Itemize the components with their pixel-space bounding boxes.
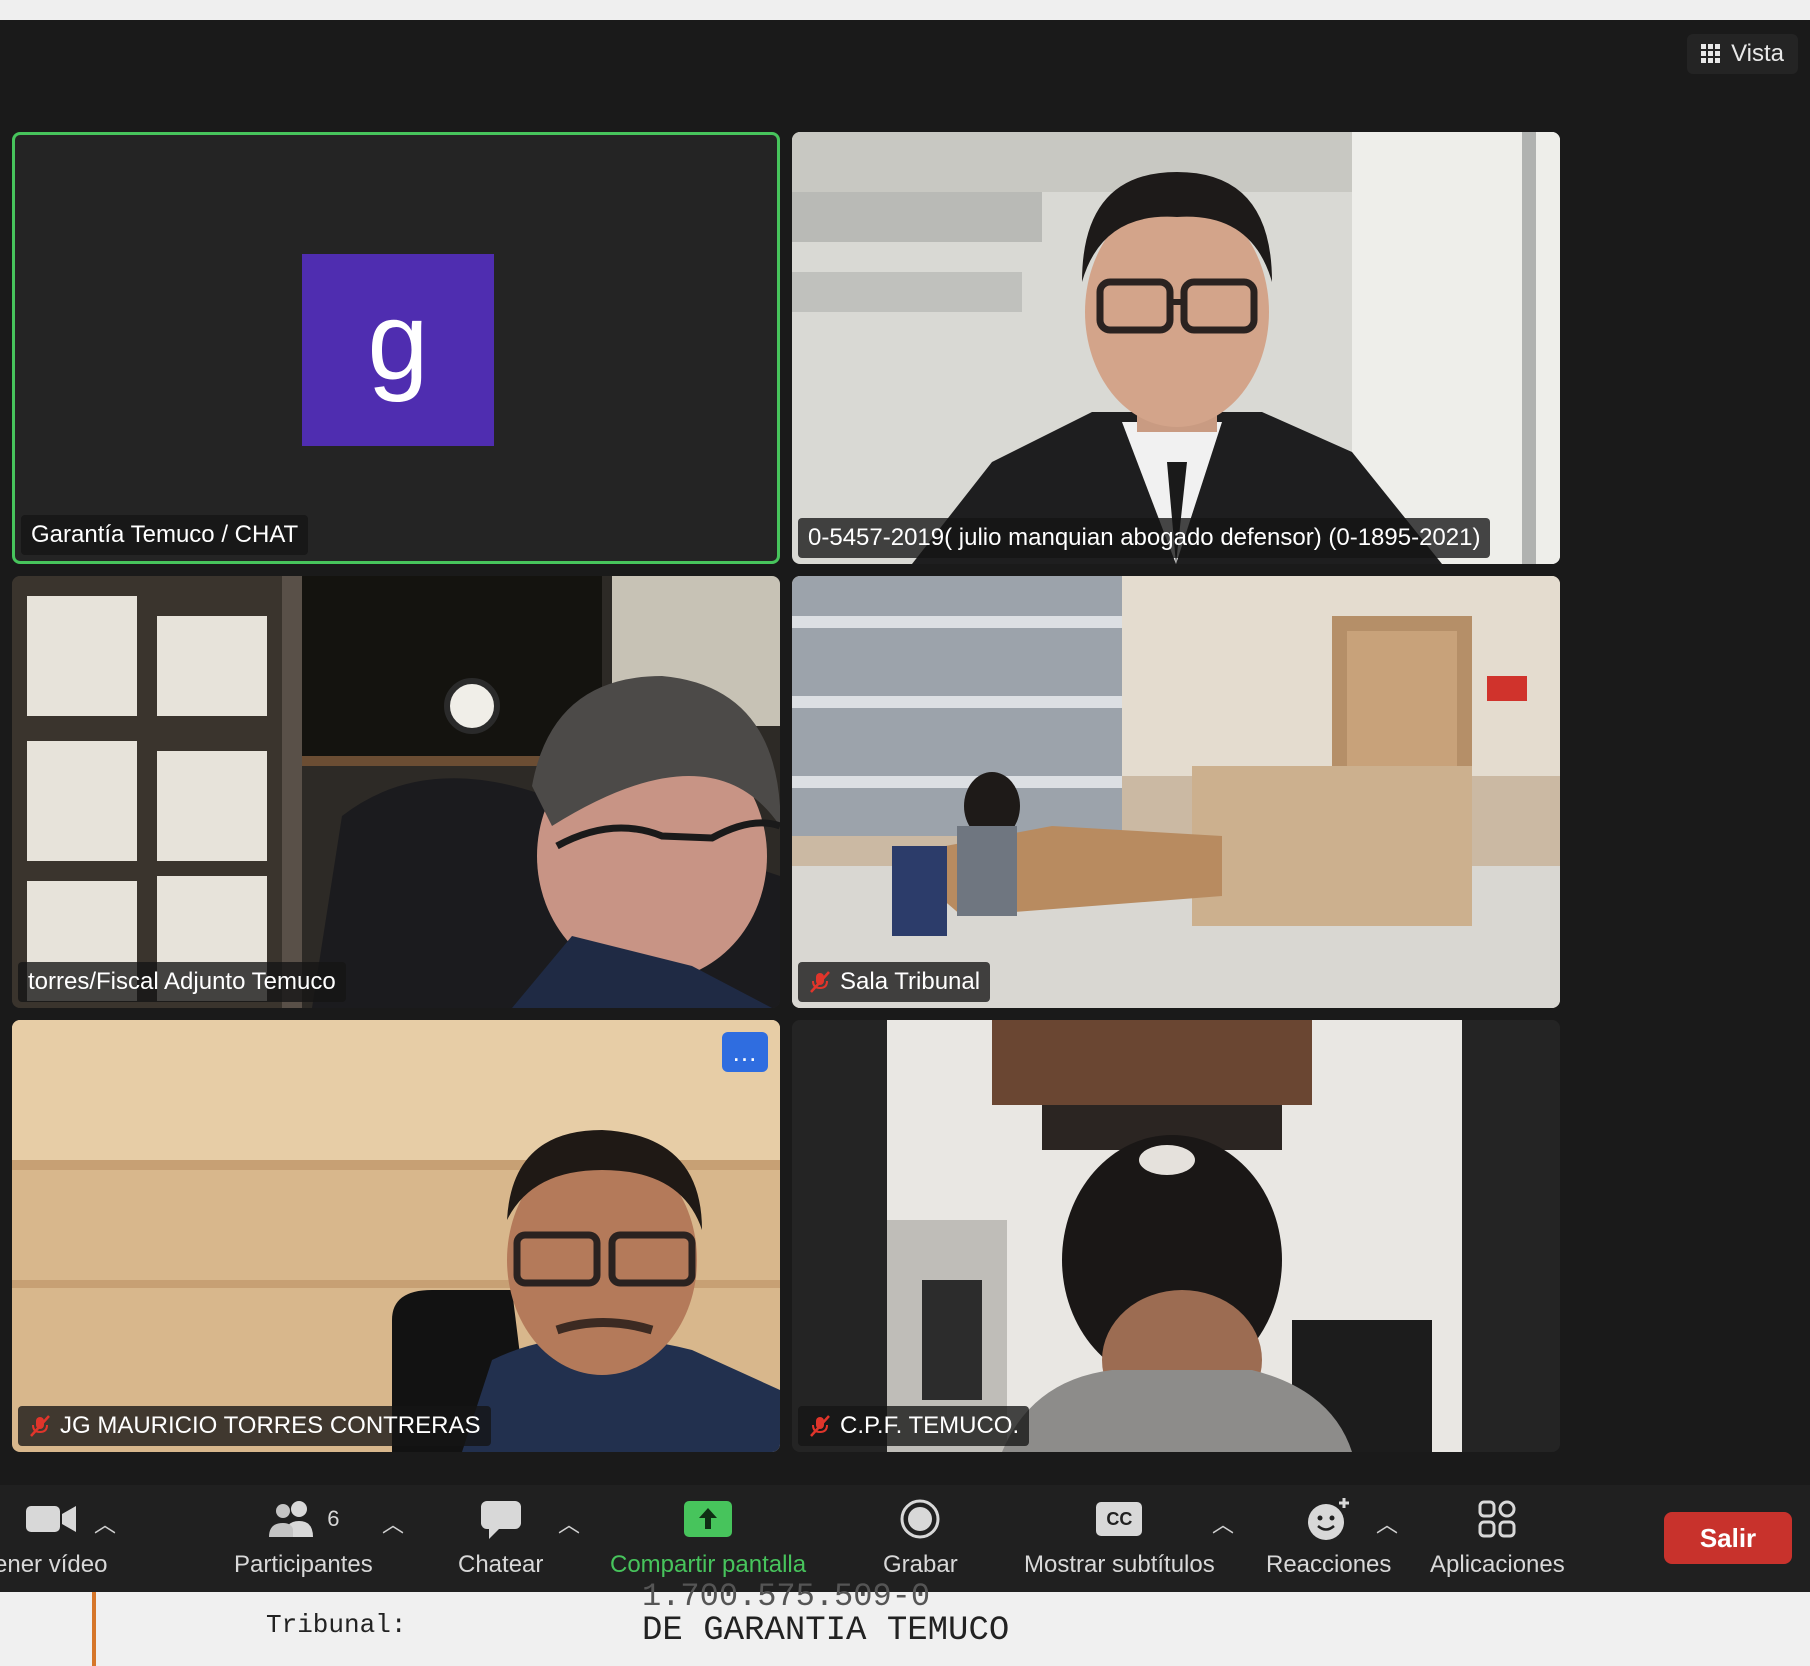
video-options-caret[interactable]: ︿ bbox=[94, 1507, 116, 1539]
leave-meeting-button[interactable]: Salir bbox=[1664, 1512, 1792, 1564]
participants-count: 6 bbox=[327, 1506, 340, 1531]
share-screen-button[interactable]: Compartir pantalla bbox=[610, 1495, 806, 1579]
grid-icon bbox=[1701, 44, 1721, 63]
record-icon bbox=[900, 1499, 940, 1539]
reaction-emoji-icon bbox=[1307, 1498, 1349, 1540]
top-window-strip bbox=[0, 0, 1810, 20]
video-tile-sala-tribunal[interactable]: Sala Tribunal bbox=[792, 576, 1560, 1008]
video-tile-defensor[interactable]: 0-5457-2019( julio manquian abogado defe… bbox=[792, 132, 1560, 564]
participant-video-feed bbox=[12, 1020, 780, 1452]
view-label: Vista bbox=[1731, 40, 1784, 67]
video-button[interactable]: ener vídeo bbox=[0, 1495, 107, 1579]
participant-video-feed bbox=[792, 132, 1560, 564]
video-tile-fiscal[interactable]: torres/Fiscal Adjunto Temuco bbox=[12, 576, 780, 1008]
participant-video-feed bbox=[792, 576, 1560, 1008]
muted-microphone-icon bbox=[810, 1415, 830, 1437]
meeting-toolbar: ener vídeo ︿ 6 Participantes ︿ Chatear ︿… bbox=[0, 1485, 1810, 1592]
video-tile-garantia[interactable]: g Garantía Temuco / CHAT bbox=[12, 132, 780, 564]
participant-name-label: Garantía Temuco / CHAT bbox=[21, 515, 309, 555]
muted-microphone-icon bbox=[30, 1415, 50, 1437]
apps-button[interactable]: Aplicaciones bbox=[1430, 1495, 1565, 1579]
document-field-label: Tribunal: bbox=[266, 1610, 407, 1640]
apps-icon bbox=[1478, 1500, 1516, 1538]
video-tile-cpf[interactable]: C.P.F. TEMUCO. bbox=[792, 1020, 1560, 1452]
share-arrow-icon bbox=[684, 1501, 733, 1537]
chat-options-caret[interactable]: ︿ bbox=[558, 1507, 580, 1539]
muted-microphone-icon bbox=[810, 971, 830, 993]
participant-avatar: g bbox=[302, 254, 494, 446]
captions-button[interactable]: CC Mostrar subtítulos bbox=[1024, 1495, 1215, 1579]
participants-options-caret[interactable]: ︿ bbox=[382, 1507, 404, 1539]
closed-captions-icon: CC bbox=[1096, 1502, 1143, 1536]
participant-name-label: C.P.F. TEMUCO. bbox=[798, 1406, 1030, 1446]
captions-options-caret[interactable]: ︿ bbox=[1212, 1507, 1234, 1539]
record-button[interactable]: Grabar bbox=[883, 1495, 958, 1579]
document-case-number: 1.700.575.509-0 bbox=[642, 1578, 931, 1615]
more-options-button[interactable]: ... bbox=[722, 1032, 768, 1072]
chat-button[interactable]: Chatear bbox=[458, 1495, 543, 1579]
participant-video-feed bbox=[792, 1020, 1560, 1452]
video-tile-juez[interactable]: ... JG MAURICIO TORRES CONTRERAS bbox=[12, 1020, 780, 1452]
participant-name-label: Sala Tribunal bbox=[798, 962, 991, 1002]
video-camera-icon bbox=[25, 1506, 76, 1532]
participant-name-label: torres/Fiscal Adjunto Temuco bbox=[18, 962, 346, 1002]
background-document: 1.700.575.509-0 Tribunal: DE GARANTIA TE… bbox=[0, 1578, 1810, 1666]
document-margin-line bbox=[92, 1592, 96, 1666]
meeting-gallery: Vista g Garantía Temuco / CHAT 0-5457-20… bbox=[0, 20, 1810, 1485]
participant-name-label: JG MAURICIO TORRES CONTRERAS bbox=[18, 1406, 491, 1446]
view-button[interactable]: Vista bbox=[1687, 34, 1798, 74]
reactions-button[interactable]: Reacciones bbox=[1266, 1495, 1391, 1579]
chat-bubble-icon bbox=[480, 1501, 521, 1539]
document-court-value: DE GARANTIA TEMUCO bbox=[642, 1612, 1010, 1650]
participants-icon bbox=[269, 1501, 314, 1537]
participant-name-label: 0-5457-2019( julio manquian abogado defe… bbox=[798, 518, 1491, 558]
reactions-options-caret[interactable]: ︿ bbox=[1376, 1507, 1398, 1539]
participants-button[interactable]: 6 Participantes bbox=[234, 1495, 373, 1579]
participant-video-feed bbox=[12, 576, 780, 1008]
